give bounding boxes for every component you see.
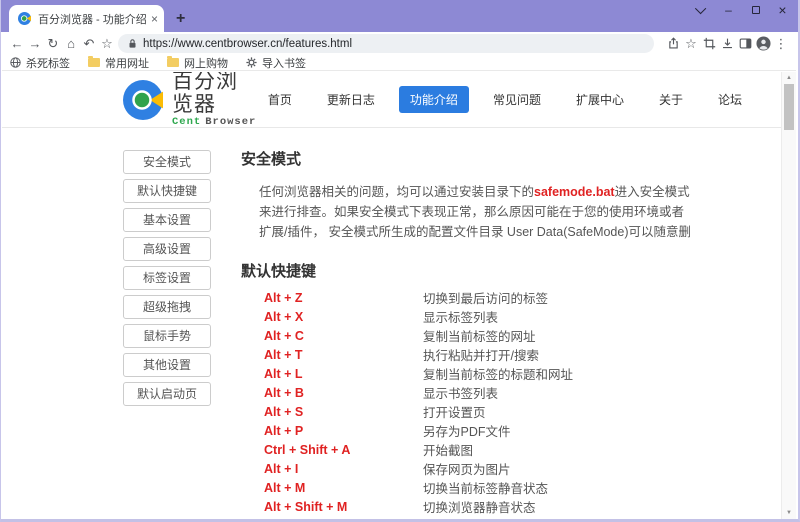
lock-icon	[128, 38, 137, 49]
safemode-bat-keyword: safemode.bat	[534, 185, 615, 199]
nav-home[interactable]: 首页	[257, 86, 303, 113]
forward-icon[interactable]: →	[26, 35, 44, 53]
safe-mode-paragraph: 任何浏览器相关的问题，均可以通过安装目录下的safemode.bat进入安全模式…	[259, 182, 693, 242]
menu-dots-icon[interactable]: ⋮	[772, 35, 790, 53]
folder-icon	[167, 58, 179, 67]
sidebar-item-safe-mode[interactable]: 安全模式	[123, 150, 211, 174]
scrollbar-thumb[interactable]	[784, 84, 794, 130]
shortcut-row: Alt + P另存为PDF文件	[264, 421, 693, 440]
sidebar-item-default-startup[interactable]: 默认启动页	[123, 382, 211, 406]
scroll-up-arrow-icon[interactable]: ▲	[782, 72, 796, 84]
bookmarks-bar: 杀死标签 常用网址 网上购物 导入书签	[2, 55, 796, 71]
tab-search-chevron-icon[interactable]	[688, 0, 715, 20]
sidebar-item-mouse-gesture[interactable]: 鼠标手势	[123, 324, 211, 348]
nav-about[interactable]: 关于	[648, 86, 694, 113]
reload-icon[interactable]: ↻	[44, 35, 62, 53]
site-header: 百分浏览器 CentBrowser 首页 更新日志 功能介绍 常见问题 扩展中心…	[2, 72, 781, 128]
site-title: 百分浏览器	[172, 72, 257, 116]
nav-faq[interactable]: 常见问题	[482, 86, 552, 113]
browser-toolbar: ← → ↻ ⌂ ↶ ☆ https://www.centbrowser.cn/f…	[2, 32, 796, 55]
browser-window: 百分浏览器 - 功能介绍 × + – × ← → ↻ ⌂ ↶ ☆ https:/…	[0, 0, 800, 522]
tab-close-icon[interactable]: ×	[151, 13, 158, 25]
bookmark-import[interactable]: 导入书签	[246, 55, 306, 71]
sidebar-item-tab-settings[interactable]: 标签设置	[123, 266, 211, 290]
undo-icon[interactable]: ↶	[80, 35, 98, 53]
shortcut-row: Alt + S打开设置页	[264, 402, 693, 421]
minimize-button[interactable]: –	[715, 0, 742, 20]
download-icon[interactable]	[718, 35, 736, 53]
shortcut-row: Alt + T执行粘贴并打开/搜索	[264, 345, 693, 364]
home-icon[interactable]: ⌂	[62, 35, 80, 53]
folder-icon	[88, 58, 100, 67]
title-bar: 百分浏览器 - 功能介绍 × + – ×	[1, 0, 798, 32]
cent-browser-logo-icon	[123, 80, 163, 120]
tab-title: 百分浏览器 - 功能介绍	[38, 11, 147, 27]
sidebar-item-super-drag[interactable]: 超级拖拽	[123, 295, 211, 319]
safe-mode-heading: 安全模式	[241, 150, 693, 170]
share-icon[interactable]	[664, 35, 682, 53]
shortcut-row: Alt + C复制当前标签的网址	[264, 326, 693, 345]
bookmark-folder-common-sites[interactable]: 常用网址	[88, 55, 149, 71]
shortcut-row: Alt + M切换当前标签静音状态	[264, 478, 693, 497]
sidebar-item-other-settings[interactable]: 其他设置	[123, 353, 211, 377]
sidebar-item-basic-settings[interactable]: 基本设置	[123, 208, 211, 232]
browser-tab[interactable]: 百分浏览器 - 功能介绍 ×	[9, 5, 164, 32]
profile-avatar[interactable]	[754, 35, 772, 53]
shortcut-row: Alt + B显示书签列表	[264, 383, 693, 402]
sidebar-item-shortcuts[interactable]: 默认快捷键	[123, 179, 211, 203]
screenshot-crop-icon[interactable]	[700, 35, 718, 53]
close-button[interactable]: ×	[769, 0, 796, 20]
shortcut-row: Alt + G(历史记录)后退	[264, 516, 693, 519]
shortcut-row: Alt + Shift + M切换浏览器静音状态	[264, 497, 693, 516]
site-subtitle: CentBrowser	[172, 116, 257, 128]
bookmark-folder-shopping[interactable]: 网上购物	[167, 55, 228, 71]
main-nav: 首页 更新日志 功能介绍 常见问题 扩展中心 关于 论坛	[257, 86, 753, 113]
nav-changelog[interactable]: 更新日志	[316, 86, 386, 113]
scroll-down-arrow-icon[interactable]: ▼	[782, 507, 796, 519]
shortcut-row: Ctrl + Shift + A开始截图	[264, 440, 693, 459]
globe-icon	[10, 57, 21, 68]
address-bar[interactable]: https://www.centbrowser.cn/features.html	[118, 34, 654, 53]
shortcut-row: Alt + X显示标签列表	[264, 307, 693, 326]
feature-sidebar: 安全模式 默认快捷键 基本设置 高级设置 标签设置 超级拖拽 鼠标手势 其他设置…	[123, 150, 211, 519]
shortcut-row: Alt + Z切换到最后访问的标签	[264, 288, 693, 307]
nav-forum[interactable]: 论坛	[707, 86, 753, 113]
page-content: 安全模式 默认快捷键 基本设置 高级设置 标签设置 超级拖拽 鼠标手势 其他设置…	[2, 128, 781, 519]
gear-icon	[246, 57, 257, 68]
nav-features[interactable]: 功能介绍	[399, 86, 469, 113]
url-text: https://www.centbrowser.cn/features.html	[143, 38, 352, 50]
new-tab-button[interactable]: +	[176, 11, 185, 27]
bookmark-star-icon[interactable]: ☆	[98, 35, 116, 53]
side-panel-icon[interactable]	[736, 35, 754, 53]
site-logo[interactable]: 百分浏览器 CentBrowser	[123, 72, 257, 128]
shortcut-row: Alt + L复制当前标签的标题和网址	[264, 364, 693, 383]
maximize-button[interactable]	[742, 0, 769, 20]
nav-extensions[interactable]: 扩展中心	[565, 86, 635, 113]
back-icon[interactable]: ←	[8, 35, 26, 53]
sidebar-item-advanced-settings[interactable]: 高级设置	[123, 237, 211, 261]
web-page: 百分浏览器 CentBrowser 首页 更新日志 功能介绍 常见问题 扩展中心…	[2, 72, 781, 519]
window-controls: – ×	[688, 0, 796, 20]
page-viewport: 百分浏览器 CentBrowser 首页 更新日志 功能介绍 常见问题 扩展中心…	[2, 72, 796, 519]
tab-favicon-icon	[18, 12, 31, 25]
shortcuts-table: Alt + Z切换到最后访问的标签 Alt + X显示标签列表 Alt + C复…	[264, 288, 693, 519]
page-scrollbar[interactable]: ▲ ▼	[781, 72, 796, 519]
shortcut-row: Alt + I保存网页为图片	[264, 459, 693, 478]
bookmark-kill-tab[interactable]: 杀死标签	[10, 55, 70, 71]
feature-main: 安全模式 任何浏览器相关的问题，均可以通过安装目录下的safemode.bat进…	[241, 150, 693, 519]
favorite-star-icon[interactable]: ☆	[682, 35, 700, 53]
shortcuts-heading: 默认快捷键	[241, 262, 693, 282]
